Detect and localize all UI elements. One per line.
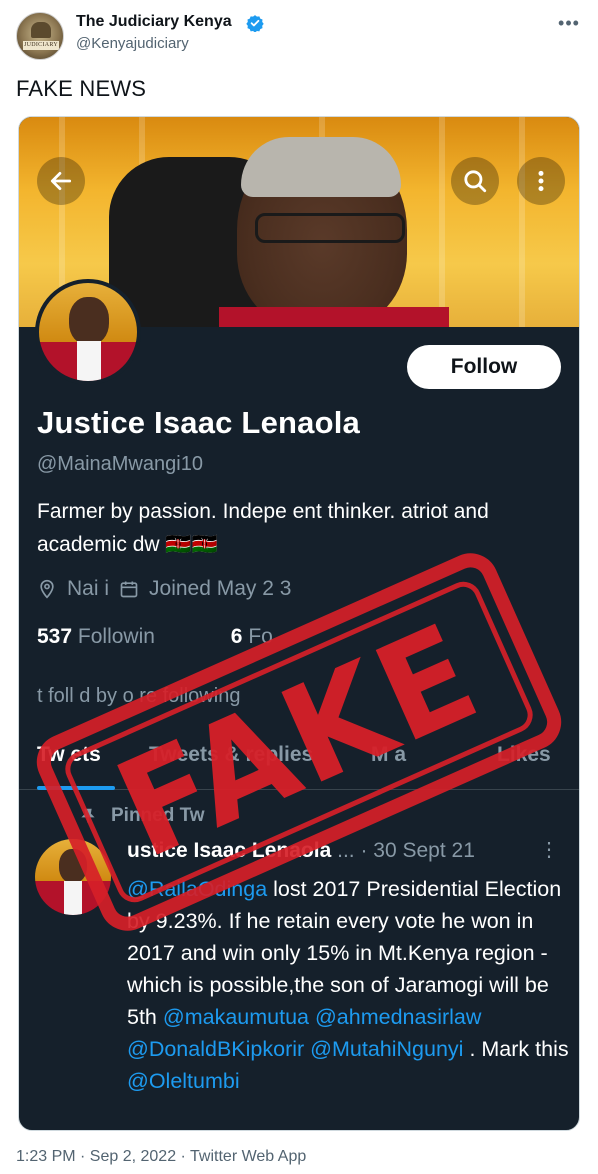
more-icon[interactable]: ••• <box>556 12 582 38</box>
kebab-menu-icon <box>517 157 565 205</box>
mention-link: @makaumutua <box>162 1005 309 1029</box>
profile-avatar <box>35 279 141 385</box>
location-icon <box>40 579 54 599</box>
author-handle[interactable]: @Kenyajudiciary <box>76 35 189 52</box>
mention-link: @MutahiNgunyi <box>310 1037 464 1061</box>
mention-link: @RailaOdinga <box>127 877 268 901</box>
profile-location: Nai i <box>67 577 110 600</box>
profile-joined: Joined May 2 3 <box>149 577 292 600</box>
mention-link: @ahmednasirlaw <box>314 1005 482 1029</box>
follow-button: Follow <box>407 345 561 389</box>
verified-badge-icon <box>246 15 264 32</box>
profile-bio: Farmer by passion. Indepe ent thinker. a… <box>37 500 489 556</box>
search-icon <box>451 157 499 205</box>
following-label: Followin <box>77 625 155 648</box>
profile-handle: @MainaMwangi10 <box>37 453 203 475</box>
profile-meta: Nai i Joined May 2 3 <box>37 577 291 601</box>
post-avatar <box>35 839 111 915</box>
embedded-image[interactable]: Follow Justice Isaac Lenaola @MainaMwang… <box>18 116 580 1131</box>
mention-link: @DonaldBKipkorir <box>127 1037 305 1061</box>
tweet-timestamp[interactable]: 1:23 PM · Sep 2, 2022 · Twitter Web App <box>16 1148 306 1166</box>
post-body: @RailaOdinga lost 2017 Presidential Elec… <box>127 873 573 1097</box>
post-more-icon: ⋮ <box>539 839 559 861</box>
mention-link: @Oleltumbi <box>127 1069 240 1093</box>
profile-name: Justice Isaac Lenaola <box>37 405 360 440</box>
followed-by: t foll d by o re following <box>37 685 241 707</box>
calendar-icon <box>120 581 138 598</box>
author-avatar[interactable]: JUDICIARY <box>16 12 64 60</box>
pinned-label: Pinned Tw <box>79 805 205 827</box>
post-meta: ... · 30 Sept 21 <box>331 839 475 862</box>
pinned-text: Pinned Tw <box>111 805 205 826</box>
tab-tweets-replies: Tweets & replies <box>149 743 314 766</box>
pin-icon <box>81 808 95 823</box>
follow-counts: 537 Followin 6 Fo <box>37 625 273 649</box>
back-arrow-icon <box>37 157 85 205</box>
tab-likes: Likes <box>497 743 551 766</box>
tweet-text: FAKE NEWS <box>16 76 147 101</box>
post-author-name: ustice Isaac Lenaola <box>127 839 332 862</box>
following-count: 537 <box>37 625 73 648</box>
followers-count: 6 <box>230 625 243 648</box>
author-display-name[interactable]: The Judiciary Kenya <box>76 13 232 31</box>
post-text: . Mark this <box>463 1037 569 1061</box>
avatar-logo-text: JUDICIARY <box>23 41 59 50</box>
followers-label: Fo <box>248 625 273 648</box>
post-header: ustice Isaac Lenaola ... · 30 Sept 21 <box>127 839 475 863</box>
active-tab-indicator <box>37 786 115 790</box>
tab-tweets: Tw ets <box>37 743 101 766</box>
profile-tabs: Tw ets Tweets & replies M a Likes <box>19 735 579 790</box>
tab-media: M a <box>371 743 407 766</box>
